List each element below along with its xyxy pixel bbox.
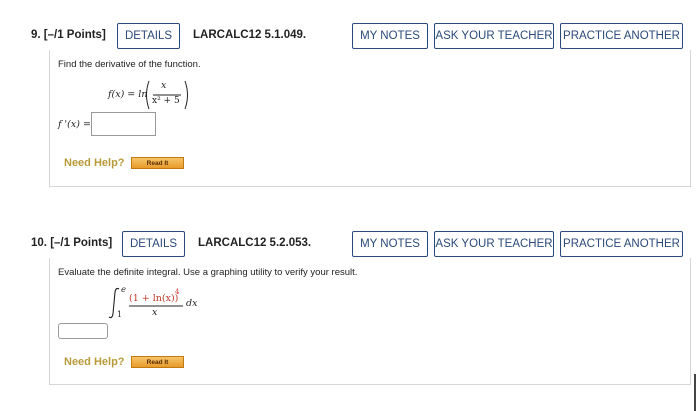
fraction-numerator: x: [161, 80, 167, 91]
ask-your-teacher-button[interactable]: ASK YOUR TEACHER: [434, 23, 554, 49]
function-lhs: f(x) = ln: [108, 89, 148, 100]
upper-limit: e: [121, 285, 127, 295]
right-paren: [184, 80, 188, 110]
function-fraction: [146, 80, 188, 110]
lower-limit: 1: [117, 310, 123, 319]
question-number: 10. [–/1 Points]: [31, 237, 113, 249]
problem-code: LARCALC12 5.2.053.: [198, 237, 312, 249]
differential: dx: [186, 298, 198, 309]
my-notes-button[interactable]: MY NOTES: [352, 23, 428, 49]
problem-code: LARCALC12 5.1.049.: [193, 29, 307, 41]
fraction-denominator: x² + 5: [152, 96, 180, 106]
practice-another-button[interactable]: PRACTICE ANOTHER: [560, 23, 683, 49]
integrand-numerator: (1 + ln(x)): [129, 293, 179, 304]
question-prompt: Evaluate the definite integral. Use a gr…: [58, 267, 358, 278]
read-it-button[interactable]: Read It: [131, 157, 184, 169]
need-help-label: Need Help?: [64, 157, 125, 169]
details-button[interactable]: DETAILS: [122, 231, 185, 257]
ask-your-teacher-button[interactable]: ASK YOUR TEACHER: [434, 231, 554, 257]
answer-label: f '(x) =: [58, 119, 91, 130]
my-notes-button[interactable]: MY NOTES: [352, 231, 428, 257]
need-help-label: Need Help?: [64, 356, 125, 368]
answer-input[interactable]: [58, 323, 108, 339]
answer-input[interactable]: [91, 112, 156, 136]
left-paren: [146, 80, 150, 110]
question-prompt: Find the derivative of the function.: [58, 59, 201, 70]
question-number: 9. [–/1 Points]: [31, 29, 106, 41]
scrollbar[interactable]: [694, 374, 696, 411]
read-it-button[interactable]: Read It: [131, 356, 184, 368]
practice-another-button[interactable]: PRACTICE ANOTHER: [560, 231, 683, 257]
details-button[interactable]: DETAILS: [117, 23, 180, 49]
integrand-denominator: x: [152, 307, 158, 318]
integrand-exponent: 4: [175, 288, 180, 296]
